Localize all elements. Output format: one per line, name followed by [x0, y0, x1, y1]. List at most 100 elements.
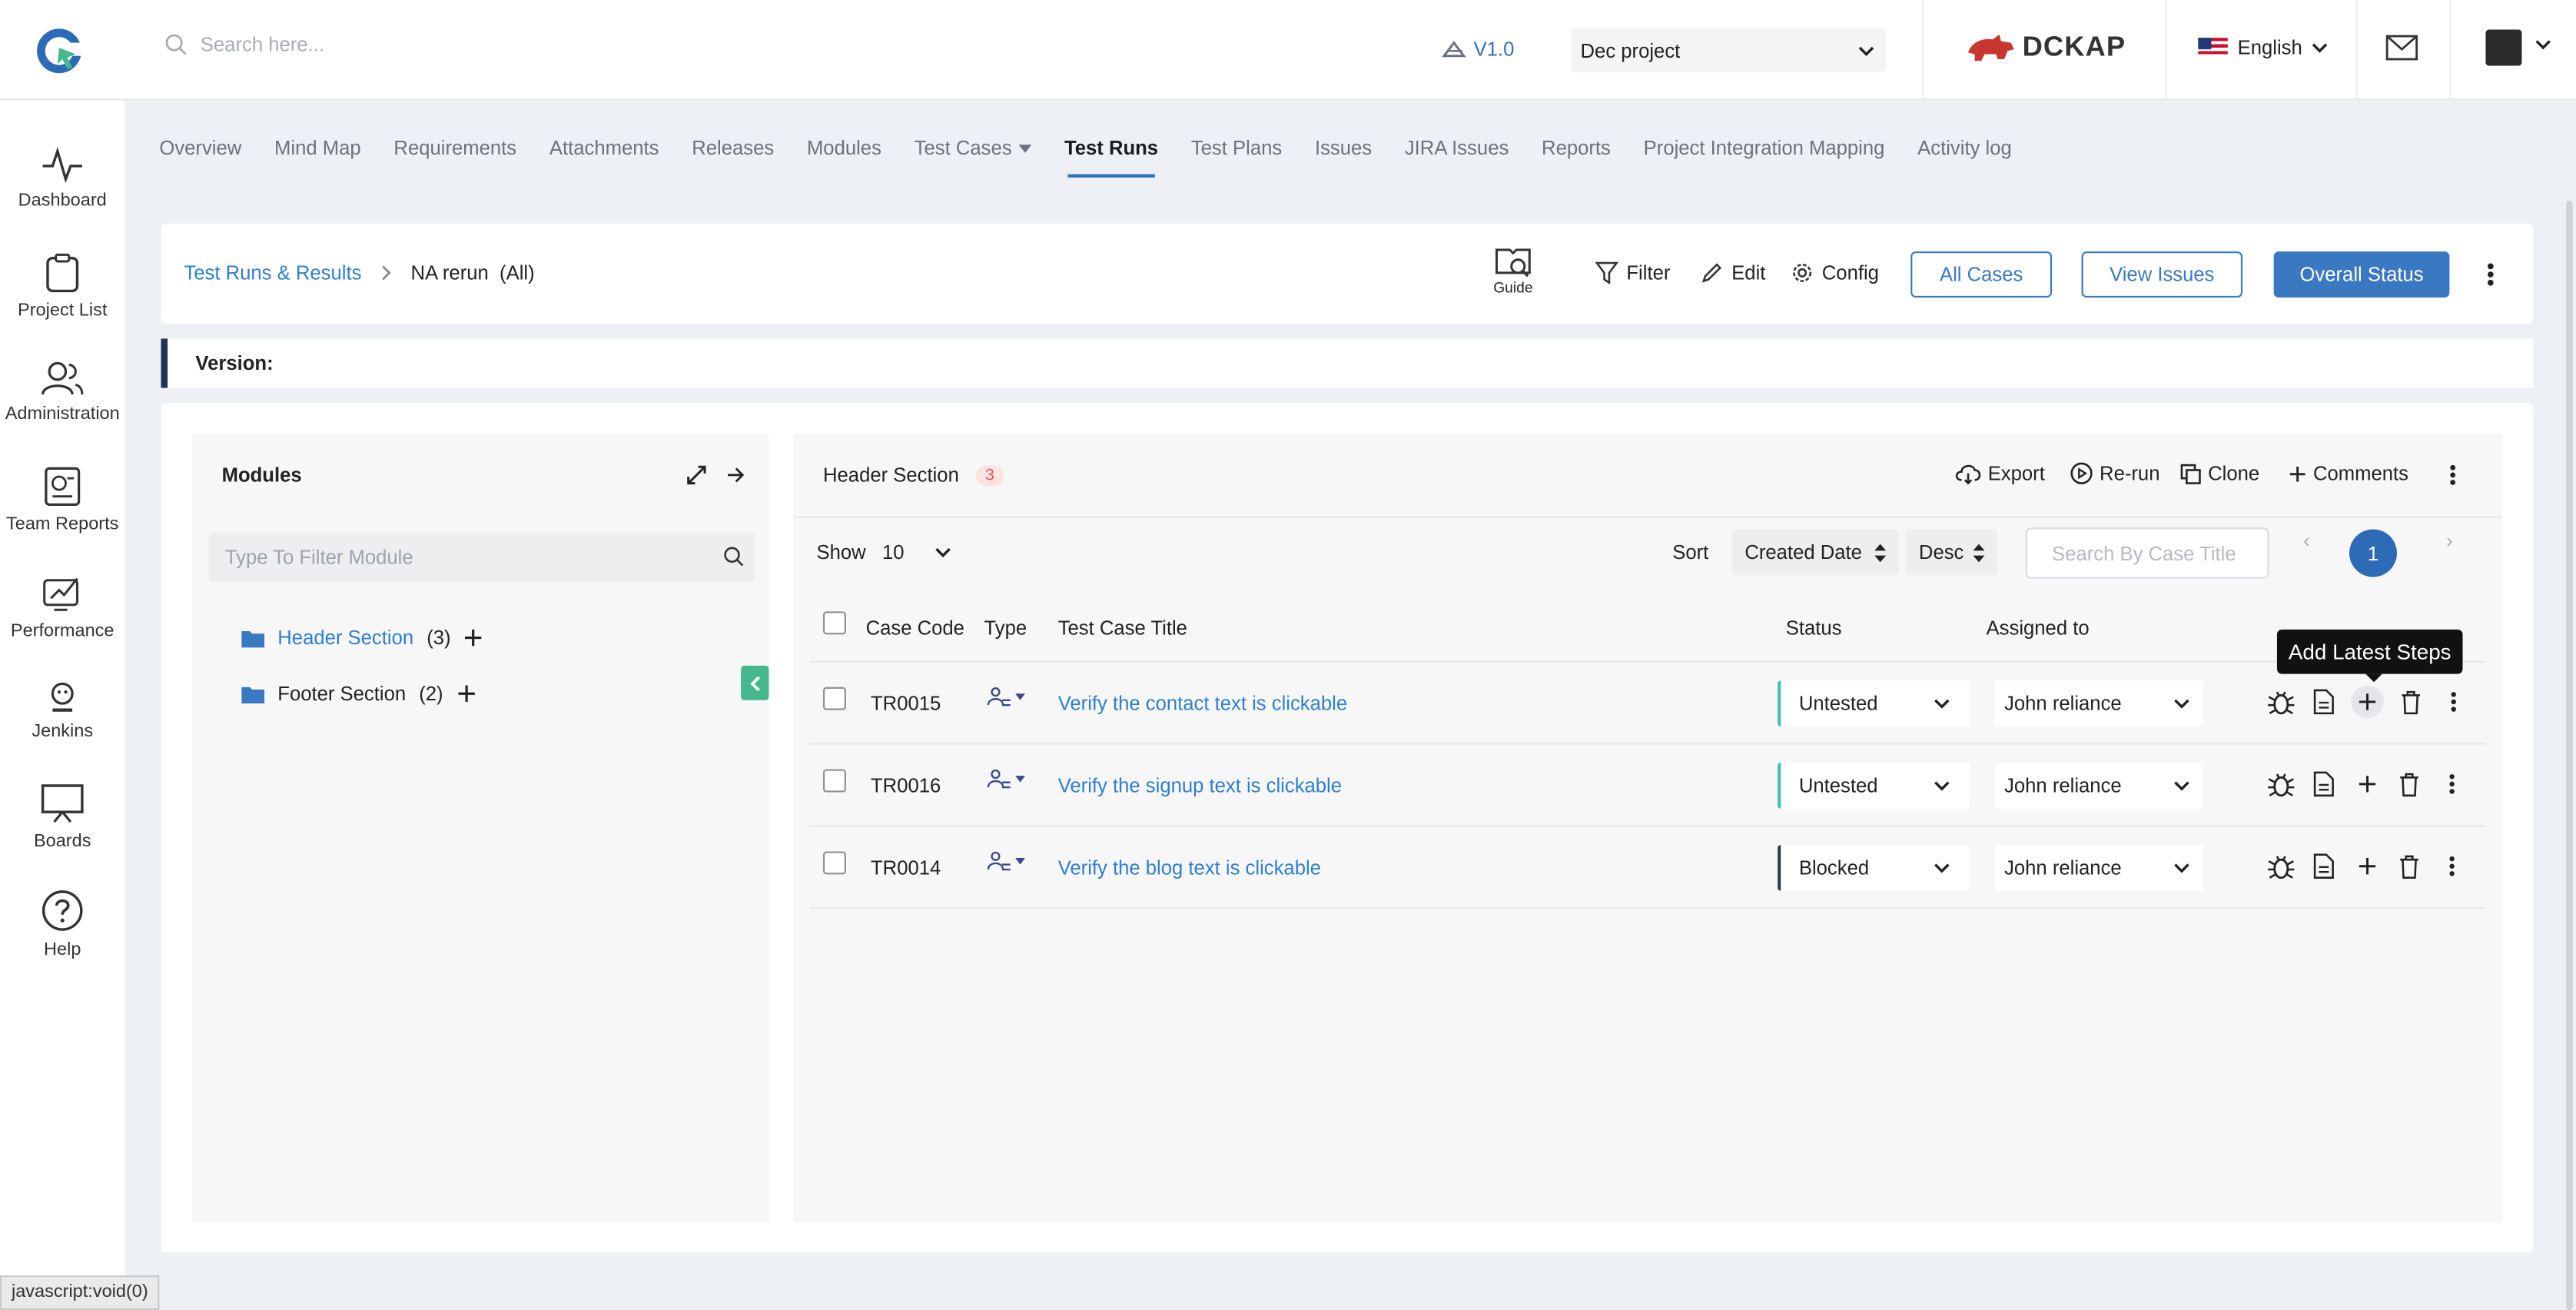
edit-button[interactable]: Edit [1701, 261, 1765, 284]
sort-order-select[interactable]: Desc [1905, 529, 1998, 576]
page-1-button[interactable]: 1 [2349, 529, 2397, 577]
document-icon[interactable] [2310, 851, 2338, 880]
tab-issues[interactable]: Issues [1315, 136, 1372, 159]
page-size-select[interactable]: 10 [879, 529, 954, 575]
chevron-down-icon[interactable] [2535, 39, 2551, 51]
tab-test-runs[interactable]: Test Runs [1064, 136, 1158, 178]
tab-activity-log[interactable]: Activity log [1917, 136, 2012, 159]
config-button[interactable]: Config [1791, 261, 1879, 284]
document-icon[interactable] [2310, 687, 2338, 717]
sidebar-item-team-reports[interactable]: Team Reports [0, 467, 124, 534]
comments-button[interactable]: Comments [2289, 462, 2408, 485]
export-button[interactable]: Export [1955, 462, 2045, 485]
tab-mind-map[interactable]: Mind Map [274, 136, 361, 159]
select-all-checkbox[interactable] [823, 611, 846, 635]
sidebar-item-dashboard[interactable]: Dashboard [0, 146, 124, 211]
project-tabs: Overview Mind Map Requirements Attachmen… [159, 136, 2044, 178]
sidebar-item-boards[interactable]: Boards [0, 784, 124, 851]
case-search-input[interactable]: Search By Case Title [2025, 527, 2269, 579]
bug-icon[interactable] [2267, 770, 2295, 799]
assignee-select[interactable]: John reliance [1994, 680, 2203, 727]
row-checkbox[interactable] [823, 769, 846, 793]
breadcrumb-test-runs-link[interactable]: Test Runs & Results [184, 261, 361, 284]
next-page-button[interactable]: › [2446, 529, 2453, 552]
users-icon [41, 361, 84, 395]
tab-releases[interactable]: Releases [692, 136, 774, 159]
divider [2449, 0, 2452, 101]
filter-button[interactable]: Filter [1595, 261, 1670, 284]
clone-button[interactable]: Clone [2180, 462, 2259, 485]
column-status: Status [1785, 616, 1842, 640]
language-select[interactable]: English [2198, 36, 2329, 59]
expand-icon[interactable] [687, 465, 707, 485]
bug-icon[interactable] [2267, 851, 2295, 880]
add-latest-steps-icon[interactable] [2352, 770, 2380, 799]
test-case-title-link[interactable]: Verify the contact text is clickable [1058, 692, 1347, 715]
more-vertical-icon[interactable] [2448, 464, 2458, 487]
sidebar-item-performance[interactable]: Performance [0, 574, 124, 641]
rerun-button[interactable]: Re-run [2070, 462, 2159, 485]
arrow-right-icon[interactable] [726, 465, 746, 485]
tab-requirements[interactable]: Requirements [393, 136, 516, 159]
guide-button[interactable]: Guide [1492, 247, 1535, 296]
all-cases-button[interactable]: All Cases [1910, 251, 2053, 298]
add-latest-steps-icon[interactable] [2351, 685, 2384, 719]
board-icon [41, 784, 84, 823]
case-type-select[interactable] [987, 767, 1027, 796]
sidebar-item-administration[interactable]: Administration [0, 360, 124, 424]
trash-icon[interactable] [2397, 687, 2425, 717]
row-checkbox[interactable] [823, 687, 846, 710]
collapse-panel-handle[interactable] [741, 665, 769, 700]
module-item-footer-section[interactable]: Footer Section (2) [241, 682, 476, 705]
status-select[interactable]: Untested [1778, 680, 1970, 727]
prev-page-button[interactable]: ‹ [2303, 529, 2310, 552]
avatar[interactable] [2485, 29, 2522, 66]
sort-field-select[interactable]: Created Date [1731, 529, 1900, 576]
module-filter-input[interactable]: Type To Filter Module [208, 532, 756, 582]
status-select[interactable]: Untested [1778, 763, 1970, 809]
global-search[interactable]: Search here... [164, 33, 324, 56]
test-case-title-link[interactable]: Verify the blog text is clickable [1058, 856, 1321, 879]
page-scrollbar[interactable] [2566, 200, 2573, 1310]
row-checkbox[interactable] [823, 851, 846, 875]
app-logo[interactable] [36, 28, 82, 74]
case-type-select[interactable] [987, 850, 1027, 879]
search-placeholder[interactable]: Search here... [201, 33, 324, 56]
overall-status-button[interactable]: Overall Status [2273, 251, 2450, 298]
project-select[interactable]: Dec project [1570, 28, 1887, 73]
tab-test-plans[interactable]: Test Plans [1191, 136, 1282, 159]
tab-test-cases[interactable]: Test Cases [915, 136, 1032, 159]
tab-reports[interactable]: Reports [1542, 136, 1611, 159]
case-code: TR0014 [871, 856, 941, 879]
assignee-select[interactable]: John reliance [1994, 763, 2203, 809]
mail-icon[interactable] [2385, 35, 2418, 61]
assignee-select[interactable]: John reliance [1994, 844, 2203, 891]
chevron-down-icon [1934, 863, 1950, 873]
sidebar-item-project-list[interactable]: Project List [0, 253, 124, 321]
sidebar-item-jenkins[interactable]: Jenkins [0, 680, 124, 741]
case-type-select[interactable] [987, 686, 1027, 715]
add-icon[interactable] [456, 683, 476, 703]
tab-attachments[interactable]: Attachments [549, 136, 659, 159]
app-version: V1.0 [1441, 38, 1514, 61]
trash-icon[interactable] [2395, 770, 2423, 799]
add-icon[interactable] [464, 628, 484, 648]
tab-modules[interactable]: Modules [807, 136, 881, 159]
bug-icon[interactable] [2267, 687, 2295, 717]
row-actions [2267, 770, 2466, 799]
sidebar-item-help[interactable]: Help [0, 889, 124, 960]
test-case-title-link[interactable]: Verify the signup text is clickable [1058, 774, 1342, 797]
document-icon[interactable] [2310, 770, 2338, 799]
tab-project-integration-mapping[interactable]: Project Integration Mapping [1644, 136, 1885, 159]
more-vertical-icon[interactable] [2485, 261, 2495, 288]
add-latest-steps-icon[interactable] [2352, 851, 2380, 880]
more-vertical-icon[interactable] [2438, 851, 2465, 880]
more-vertical-icon[interactable] [2438, 770, 2465, 799]
more-vertical-icon[interactable] [2440, 687, 2468, 717]
view-issues-button[interactable]: View Issues [2081, 251, 2243, 298]
status-select[interactable]: Blocked [1778, 844, 1970, 891]
tab-jira-issues[interactable]: JIRA Issues [1405, 136, 1509, 159]
module-item-header-section[interactable]: Header Section (3) [241, 627, 483, 650]
tab-overview[interactable]: Overview [159, 136, 241, 159]
trash-icon[interactable] [2395, 851, 2423, 880]
